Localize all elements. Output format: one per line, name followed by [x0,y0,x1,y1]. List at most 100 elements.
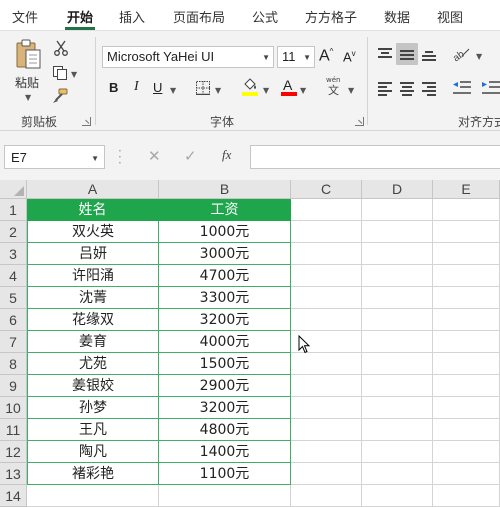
cell[interactable] [433,221,500,243]
align-center-icon[interactable] [400,82,414,96]
copy-icon[interactable] [52,65,68,81]
cell[interactable] [433,243,500,265]
cell[interactable] [362,199,433,221]
row-header[interactable]: 10 [0,397,27,419]
row-header[interactable]: 9 [0,375,27,397]
salary-cell[interactable]: 3200元 [159,397,291,419]
name-cell[interactable]: 沈菁 [27,287,159,309]
font-color-icon[interactable]: A [281,77,297,97]
cell[interactable] [362,309,433,331]
tab-insert[interactable]: 插入 [119,7,145,26]
row-header[interactable]: 6 [0,309,27,331]
phonetic-dropdown-icon[interactable]: ▼ [348,86,354,95]
bold-button[interactable]: B [109,80,118,95]
cell[interactable] [362,485,433,507]
row-header[interactable]: 11 [0,419,27,441]
cell[interactable] [433,309,500,331]
cell[interactable] [433,353,500,375]
orientation-icon[interactable]: ab [452,44,474,62]
salary-cell[interactable]: 3200元 [159,309,291,331]
salary-cell[interactable]: 3000元 [159,243,291,265]
cell[interactable] [291,243,362,265]
cell[interactable] [362,243,433,265]
salary-cell[interactable]: 3300元 [159,287,291,309]
name-cell[interactable]: 尤苑 [27,353,159,375]
align-left-icon[interactable] [378,82,392,96]
name-cell[interactable]: 王凡 [27,419,159,441]
paste-button-label[interactable]: 粘贴 [15,74,39,91]
name-cell[interactable]: 孙梦 [27,397,159,419]
cancel-icon[interactable]: ✕ [148,147,161,165]
tab-page-layout[interactable]: 页面布局 [173,7,225,26]
select-all-button[interactable] [0,180,27,199]
tab-home[interactable]: 开始 [67,7,93,26]
cell[interactable] [433,265,500,287]
cell[interactable] [362,265,433,287]
row-header[interactable]: 2 [0,221,27,243]
cell[interactable] [291,463,362,485]
paste-dropdown-icon[interactable]: ▼ [25,93,31,102]
tab-file[interactable]: 文件 [12,7,38,26]
cell[interactable] [291,441,362,463]
decrease-indent-icon[interactable] [452,80,472,96]
worksheet-grid[interactable]: A B C D E 1 姓名 工资 2 双火英 1000元 3 吕妍 3000元 4 许阳涌 4700元 5 沈菁 3… [0,180,500,507]
cell[interactable] [159,485,291,507]
cut-icon[interactable] [53,40,69,56]
name-cell[interactable]: 褚彩艳 [27,463,159,485]
salary-cell[interactable]: 1100元 [159,463,291,485]
name-box[interactable]: E7 ▼ [4,145,105,169]
copy-dropdown-icon[interactable]: ▼ [71,70,77,79]
row-header[interactable]: 1 [0,199,27,221]
cell[interactable] [291,375,362,397]
font-name-select[interactable]: Microsoft YaHei UI ▼ [102,46,274,68]
cell[interactable] [433,375,500,397]
shrink-font-button[interactable]: Av [343,49,356,64]
cell[interactable] [362,331,433,353]
salary-cell[interactable]: 4000元 [159,331,291,353]
name-cell[interactable]: 双火英 [27,221,159,243]
cell[interactable] [362,287,433,309]
cell[interactable] [362,375,433,397]
col-a-header[interactable]: A [27,180,159,199]
salary-cell[interactable]: 1000元 [159,221,291,243]
name-cell[interactable]: 吕妍 [27,243,159,265]
orientation-dropdown-icon[interactable]: ▼ [476,52,482,61]
cell[interactable] [433,199,500,221]
row-header[interactable]: 7 [0,331,27,353]
tab-formulas[interactable]: 公式 [252,7,278,26]
format-painter-icon[interactable] [52,88,68,104]
row-header[interactable]: 8 [0,353,27,375]
name-cell[interactable]: 陶凡 [27,441,159,463]
tab-fangfang[interactable]: 方方格子 [305,7,357,26]
cell[interactable] [433,331,500,353]
font-launcher-icon[interactable] [355,117,364,126]
cell[interactable] [433,441,500,463]
cell[interactable] [433,485,500,507]
align-right-icon[interactable] [422,82,436,96]
row-header[interactable]: 14 [0,485,27,507]
row-header[interactable]: 5 [0,287,27,309]
cell[interactable] [433,287,500,309]
salary-cell[interactable]: 4700元 [159,265,291,287]
name-cell[interactable]: 姜银姣 [27,375,159,397]
name-cell[interactable]: 许阳涌 [27,265,159,287]
underline-dropdown-icon[interactable]: ▼ [170,86,176,95]
col-d-header[interactable]: D [362,180,433,199]
enter-icon[interactable]: ✓ [184,147,197,165]
cell[interactable] [291,419,362,441]
row-header[interactable]: 12 [0,441,27,463]
tab-view[interactable]: 视图 [437,7,463,26]
salary-cell[interactable]: 4800元 [159,419,291,441]
cell[interactable] [291,397,362,419]
align-top-icon[interactable] [378,48,392,60]
row-header[interactable]: 3 [0,243,27,265]
col-c-header[interactable]: C [291,180,362,199]
increase-indent-icon[interactable] [481,80,500,96]
cell[interactable] [291,309,362,331]
formula-input[interactable] [250,145,500,169]
salary-cell[interactable]: 1500元 [159,353,291,375]
row-header[interactable]: 4 [0,265,27,287]
fill-color-dropdown-icon[interactable]: ▼ [263,86,269,95]
salary-cell[interactable]: 1400元 [159,441,291,463]
clipboard-launcher-icon[interactable] [82,117,91,126]
